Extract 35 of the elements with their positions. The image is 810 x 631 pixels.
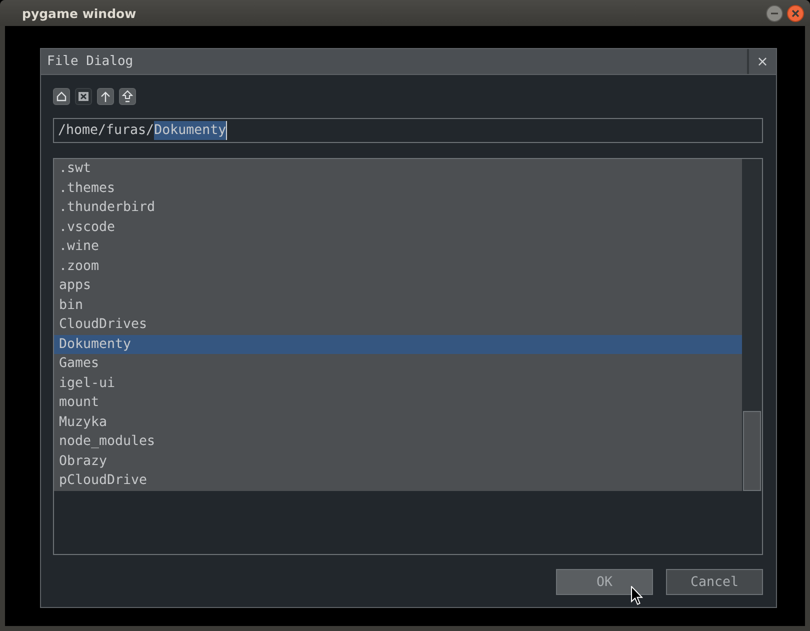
file-list-item[interactable]: CloudDrives: [54, 315, 742, 334]
arrow-up-icon: [100, 90, 111, 102]
x-square-icon: [78, 91, 89, 102]
file-list-item[interactable]: .thunderbird: [54, 198, 742, 218]
close-icon[interactable]: [787, 4, 804, 22]
file-list-item[interactable]: .wine: [54, 237, 742, 256]
file-list-item[interactable]: .swt: [54, 159, 742, 178]
mouse-pointer-icon: [631, 586, 643, 605]
arrow-up-bar-icon: [122, 90, 133, 103]
file-list-item[interactable]: Obrazy: [54, 452, 742, 471]
text-selection: Dokumenty: [154, 121, 228, 140]
file-list-item[interactable]: .themes: [54, 178, 742, 198]
file-list-item[interactable]: node_modules: [54, 432, 742, 452]
file-list-item[interactable]: .zoom: [54, 256, 742, 276]
scrollbar-thumb[interactable]: [743, 410, 761, 490]
file-list-item[interactable]: mount: [54, 393, 742, 412]
file-list-item[interactable]: pCloudDrive: [54, 471, 742, 490]
cancel-button[interactable]: Cancel: [666, 569, 763, 595]
ok-button[interactable]: OK: [556, 569, 653, 595]
dialog-title: File Dialog: [46, 53, 134, 71]
file-list-item[interactable]: Dokumenty: [54, 334, 742, 354]
hidden-files-button[interactable]: [75, 88, 92, 105]
home-button[interactable]: [53, 88, 70, 105]
window-title: pygame window: [22, 6, 136, 20]
file-list-item[interactable]: Games: [54, 354, 742, 374]
file-list-item[interactable]: apps: [54, 276, 742, 296]
home-icon: [56, 91, 67, 102]
minimize-icon[interactable]: [766, 4, 783, 22]
root-button[interactable]: [119, 88, 136, 105]
file-list-item[interactable]: bin: [54, 296, 742, 315]
up-button[interactable]: [97, 88, 114, 105]
file-list-item[interactable]: .vscode: [54, 218, 742, 237]
path-field[interactable]: /home/furas/Dokumenty: [53, 118, 763, 143]
file-list-item[interactable]: igel-ui: [54, 374, 742, 393]
file-list-item[interactable]: Muzyka: [54, 412, 742, 432]
